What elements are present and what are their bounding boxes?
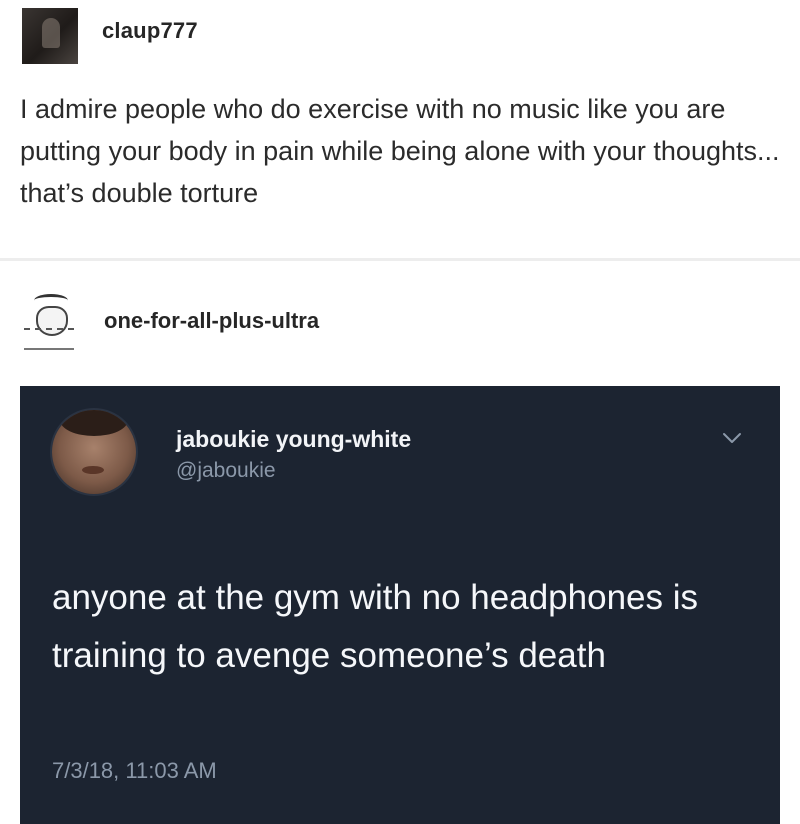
avatar-hair [60,410,128,436]
original-post: claup777 I admire people who do exercise… [0,0,800,258]
post-body-text: I admire people who do exercise with no … [20,94,780,208]
avatar-scribble [24,328,74,350]
post-username[interactable]: claup777 [102,18,198,44]
tweet-handle[interactable]: @jaboukie [176,459,276,483]
reblog-username[interactable]: one-for-all-plus-ultra [104,308,319,334]
chevron-down-icon[interactable] [720,428,744,448]
tweet-author-avatar[interactable] [52,410,136,494]
tweet-timestamp[interactable]: 7/3/18, 11:03 AM [52,758,217,784]
avatar-figure [42,18,60,48]
reblog-avatar[interactable] [18,286,82,354]
tweet-card: jaboukie young-white @jaboukie anyone at… [20,386,780,824]
post-divider [0,258,800,261]
tweet-text: anyone at the gym with no headphones is … [52,578,698,675]
avatar-mouth [82,466,104,474]
claup777-avatar[interactable] [22,8,78,64]
tweet-display-name[interactable]: jaboukie young-white [176,426,411,453]
